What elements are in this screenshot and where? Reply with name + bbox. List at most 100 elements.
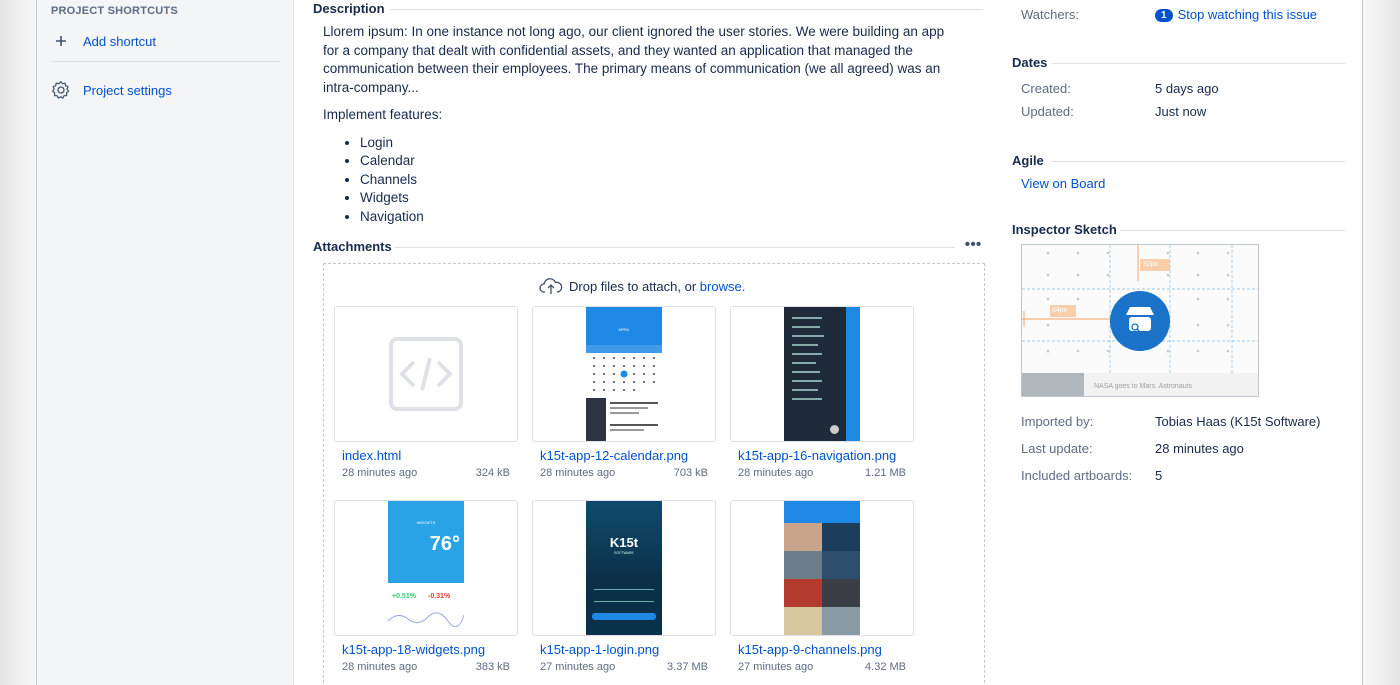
attachment-thumbnail[interactable] — [334, 306, 518, 442]
attachment-time: 27 minutes ago — [540, 661, 616, 673]
artboards-value: 5 — [1155, 468, 1163, 483]
attachment-thumbnail[interactable] — [730, 306, 914, 442]
imported-by-value: Tobias Haas (K15t Software) — [1155, 414, 1321, 429]
attachment-card[interactable]: APRIL k15t-app-12-calendar.png 28 minute… — [532, 306, 716, 479]
created-label: Created: — [1021, 81, 1071, 96]
gear-icon — [51, 80, 71, 100]
sketch-measure-top: 32px — [1143, 261, 1159, 268]
attachment-dropzone[interactable]: Drop files to attach, or browse. index.h… — [323, 263, 985, 685]
inspector-sketch-preview[interactable]: 32px 64px NASA goes to Mars. Astronauts — [1021, 244, 1259, 397]
attachment-name[interactable]: k15t-app-1-login.png — [540, 642, 659, 657]
features-list: Login Calendar Channels Widgets Navigati… — [360, 134, 963, 227]
attachment-size: 3.37 MB — [667, 661, 708, 673]
list-item: Calendar — [360, 152, 963, 171]
description-title: Description — [313, 1, 385, 16]
sidebar-divider — [51, 61, 280, 62]
attachment-thumbnail[interactable]: K15t SOFTWARE — [532, 500, 716, 636]
attachment-card[interactable]: k15t-app-9-channels.png 27 minutes ago 4… — [730, 500, 914, 673]
calendar-grid — [593, 357, 655, 391]
widgets-title: WIDGETS — [416, 520, 436, 525]
attachment-card[interactable]: index.html 28 minutes ago 324 kB — [334, 306, 518, 479]
channels-screenshot — [784, 501, 860, 635]
code-file-icon — [389, 337, 463, 411]
list-item: Navigation — [360, 208, 963, 227]
sketch-measure-left: 64px — [1052, 307, 1068, 314]
watchers-label: Watchers: — [1021, 7, 1080, 22]
list-item: Channels — [360, 171, 963, 190]
sketch-artboard-grid — [1022, 245, 1258, 396]
add-shortcut-label[interactable]: Add shortcut — [83, 34, 156, 49]
widgets-screenshot: WIDGETS 76° +0.51% -0.31% — [388, 501, 464, 635]
imported-by-label: Imported by: — [1021, 414, 1094, 429]
attachment-size: 324 kB — [475, 467, 510, 479]
app-window: PROJECT SHORTCUTS Add shortcut Project s… — [36, 0, 1363, 685]
attachment-time: 28 minutes ago — [540, 467, 616, 479]
drop-text: Drop files to attach, or — [569, 278, 697, 294]
attachment-name[interactable]: k15t-app-16-navigation.png — [738, 448, 896, 463]
last-update-label: Last update: — [1021, 441, 1093, 456]
inspector-sketch-title: Inspector Sketch — [1012, 222, 1117, 237]
project-settings-link[interactable]: Project settings — [51, 80, 172, 100]
description-rule — [390, 9, 983, 10]
sidebar: PROJECT SHORTCUTS Add shortcut Project s… — [37, 0, 294, 685]
updated-value: Just now — [1155, 104, 1207, 119]
inspector-rule — [1120, 230, 1345, 231]
more-options-button[interactable]: ••• — [963, 237, 983, 255]
attachment-name[interactable]: index.html — [342, 448, 401, 463]
drop-message: Drop files to attach, or browse. — [539, 277, 745, 295]
project-settings-label[interactable]: Project settings — [83, 83, 172, 98]
attachments-title: Attachments — [313, 239, 392, 254]
watch-control[interactable]: 1 Stop watching this issue — [1155, 7, 1317, 22]
widgets-up-value: +0.51% — [392, 593, 416, 600]
attachment-time: 27 minutes ago — [738, 661, 814, 673]
plus-icon — [51, 31, 71, 51]
login-screenshot: K15t SOFTWARE — [586, 501, 662, 635]
list-item: Login — [360, 134, 963, 153]
attachment-card[interactable]: k15t-app-16-navigation.png 28 minutes ag… — [730, 306, 914, 479]
attachment-card[interactable]: WIDGETS 76° +0.51% -0.31% k15t-app-18-wi… — [334, 500, 518, 673]
attachment-thumbnail[interactable]: WIDGETS 76° +0.51% -0.31% — [334, 500, 518, 636]
last-update-value: 28 minutes ago — [1155, 441, 1244, 456]
agile-title: Agile — [1012, 153, 1044, 168]
agile-rule — [1052, 161, 1345, 162]
created-value: 5 days ago — [1155, 81, 1219, 96]
browse-link[interactable]: browse. — [700, 279, 746, 294]
attachment-name[interactable]: k15t-app-9-channels.png — [738, 642, 882, 657]
attachment-size: 703 kB — [673, 467, 708, 479]
attachments-rule — [395, 247, 955, 248]
sketch-caption: NASA goes to Mars. Astronauts — [1094, 383, 1193, 390]
attachment-name[interactable]: k15t-app-18-widgets.png — [342, 642, 485, 657]
issue-main-column: Description Llorem ipsum: In one instanc… — [295, 0, 995, 685]
attachment-thumbnail[interactable] — [730, 500, 914, 636]
attachment-time: 28 minutes ago — [738, 467, 814, 479]
login-subtitle: SOFTWARE — [614, 551, 634, 555]
description-body[interactable]: Llorem ipsum: In one instance not long a… — [323, 23, 963, 226]
calendar-header: APRIL — [586, 307, 662, 345]
attachment-size: 4.32 MB — [865, 661, 906, 673]
issue-sidebar-right: Watchers: 1 Stop watching this issue Date… — [1010, 0, 1350, 685]
sidebar-heading: PROJECT SHORTCUTS — [51, 5, 178, 17]
cloud-upload-icon — [539, 278, 563, 294]
login-logo: K15t — [609, 535, 639, 550]
attachment-thumbnail[interactable]: APRIL — [532, 306, 716, 442]
dates-rule — [1052, 63, 1345, 64]
features-intro: Implement features: — [323, 107, 443, 122]
attachment-name[interactable]: k15t-app-12-calendar.png — [540, 448, 688, 463]
attachment-size: 1.21 MB — [865, 467, 906, 479]
stop-watching-link[interactable]: Stop watching this issue — [1178, 7, 1317, 22]
attachment-size: 383 kB — [475, 661, 510, 673]
list-item: Widgets — [360, 189, 963, 208]
watch-count-badge: 1 — [1155, 9, 1173, 22]
dates-title: Dates — [1012, 55, 1048, 70]
attachment-card[interactable]: K15t SOFTWARE k15t-app-1-login.png 27 mi… — [532, 500, 716, 673]
add-shortcut-link[interactable]: Add shortcut — [51, 31, 156, 51]
widgets-down-value: -0.31% — [428, 593, 451, 600]
calendar-screenshot: APRIL — [586, 307, 662, 441]
attachment-time: 28 minutes ago — [342, 661, 418, 673]
artboards-label: Included artboards: — [1021, 468, 1133, 483]
widgets-temperature: 76° — [429, 533, 460, 555]
description-paragraph: Llorem ipsum: In one instance not long a… — [323, 24, 945, 95]
updated-label: Updated: — [1021, 104, 1074, 119]
attachment-time: 28 minutes ago — [342, 467, 418, 479]
view-on-board-link[interactable]: View on Board — [1021, 176, 1105, 191]
